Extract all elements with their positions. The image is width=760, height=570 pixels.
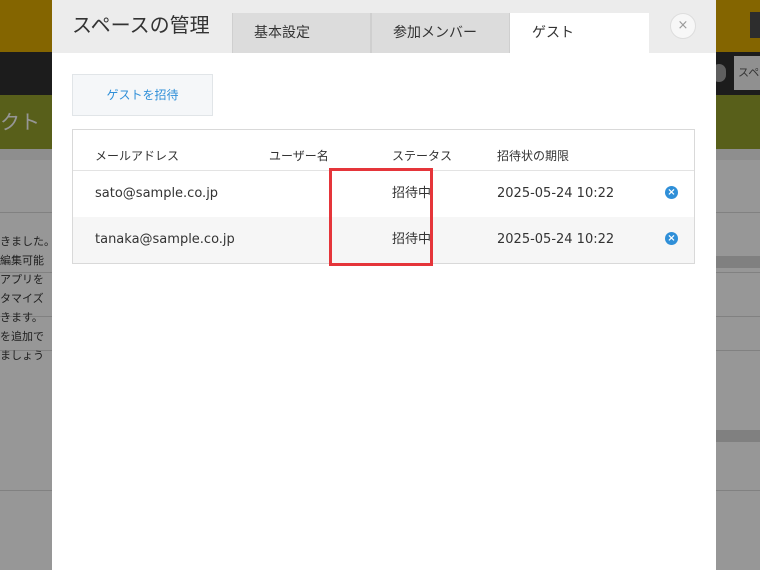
guest-expiry: 2025-05-24 10:22: [497, 186, 615, 201]
guest-email: tanaka@sample.co.jp: [95, 232, 235, 247]
tab-guests[interactable]: ゲスト: [510, 13, 649, 53]
column-header-expiry: 招待状の期限: [497, 149, 570, 163]
remove-guest-icon[interactable]: ×: [665, 186, 678, 199]
remove-guest-icon[interactable]: ×: [665, 232, 678, 245]
guest-status: 招待中: [392, 232, 432, 247]
invite-guest-button[interactable]: ゲストを招待: [72, 74, 213, 116]
tab-members[interactable]: 参加メンバー: [371, 13, 510, 53]
dialog-title: スペースの管理: [72, 13, 210, 37]
guest-status: 招待中: [392, 186, 432, 201]
screen: スペ クト きました。 編集可能 アプリを タマイズ きます。 を追加で ましょ…: [0, 0, 760, 570]
column-header-email: メールアドレス: [95, 149, 180, 163]
guest-email: sato@sample.co.jp: [95, 186, 219, 201]
tab-basic-settings[interactable]: 基本設定: [232, 13, 371, 53]
dialog-header: スペースの管理 基本設定 参加メンバー ゲスト ×: [52, 0, 716, 53]
guest-expiry: 2025-05-24 10:22: [497, 232, 615, 247]
table-row: tanaka@sample.co.jp 招待中 2025-05-24 10:22…: [73, 217, 694, 263]
close-icon[interactable]: ×: [670, 13, 696, 39]
column-header-username: ユーザー名: [269, 149, 329, 163]
column-header-status: ステータス: [392, 149, 453, 163]
guest-table: メールアドレス ユーザー名 ステータス 招待状の期限 sato@sample.c…: [72, 129, 695, 264]
table-row: sato@sample.co.jp 招待中 2025-05-24 10:22 ×: [73, 171, 694, 217]
space-settings-dialog: スペースの管理 基本設定 参加メンバー ゲスト × ゲストを招待 メールアドレス…: [52, 0, 716, 570]
